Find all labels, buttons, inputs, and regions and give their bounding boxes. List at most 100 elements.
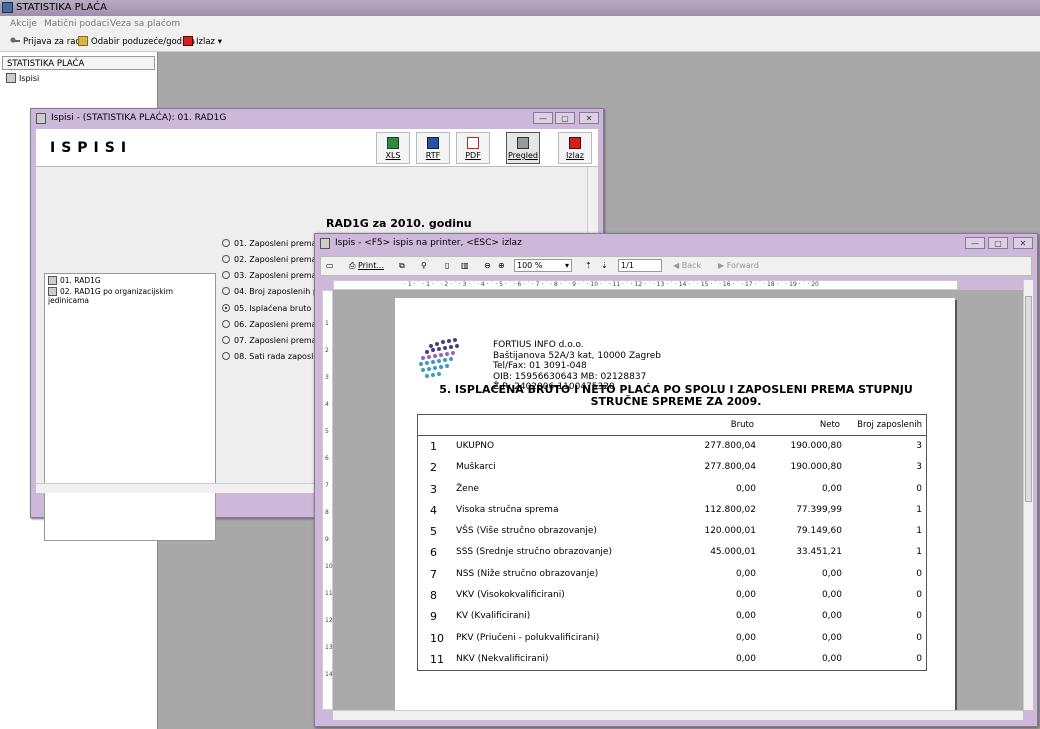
row-bruto: 0,00 [735, 632, 756, 643]
report-list-item[interactable]: 02. RAD1G po organizacijskim jedinicama [48, 287, 215, 305]
ruler-tick: 6 [325, 455, 329, 462]
close-button[interactable]: ✕ [579, 112, 599, 124]
pregled-button[interactable]: Pregled [506, 132, 540, 164]
pdf-button[interactable]: PDF [456, 132, 490, 164]
izlaz-button[interactable]: Izlaz ▾ [183, 36, 222, 47]
row-broj: 0 [916, 590, 922, 601]
ruler-tick: 1 [325, 320, 329, 327]
preview-icon [517, 137, 529, 149]
table-body: 1 UKUPNO 277.800,04 190.000,80 3 2 Muškarci 277… [418, 436, 926, 670]
radio-circle[interactable] [222, 255, 230, 263]
option-radio[interactable]: 06. Zaposleni prema s [222, 320, 323, 329]
row-bruto: 112.800,02 [704, 504, 756, 515]
exit-icon [569, 137, 581, 149]
page-setup-icon[interactable]: ▭ [326, 261, 334, 270]
ispisi-window-titlebar: Ispisi - (STATISTIKA PLAĆA): 01. RAD1G —… [31, 109, 603, 129]
option-radio[interactable]: 04. Broj zaposlenih pr [222, 287, 321, 296]
maximize-button[interactable]: ▢ [555, 112, 575, 124]
ruler-tick: 12 [325, 617, 333, 624]
rtf-button[interactable]: RTF [416, 132, 450, 164]
report-heading-line2: STRUČNE SPREME ZA 2009. [590, 395, 762, 408]
row-broj: 0 [916, 611, 922, 622]
option-radio[interactable]: 01. Zaposleni prema p [222, 239, 324, 248]
menu-veza-sa-placom[interactable]: Veza sa plaćom [110, 19, 180, 29]
last-page-icon[interactable]: ⇣ [601, 261, 608, 270]
left-panel-item-label: Ispisi [19, 74, 40, 83]
radio-circle[interactable] [222, 239, 230, 247]
close-button[interactable]: ✕ [1013, 237, 1033, 249]
option-radio[interactable]: 07. Zaposleni prema s [222, 336, 323, 345]
prijava-button[interactable]: Prijava za rad [10, 36, 81, 47]
row-broj: 3 [916, 441, 922, 451]
row-broj: 1 [916, 526, 922, 537]
zoom-out-icon[interactable]: ⊖ [484, 261, 491, 270]
scrollbar-thumb[interactable] [1025, 296, 1032, 502]
radio-circle[interactable] [222, 271, 230, 279]
print-preview-window: Ispis - <F5> ispis na printer, <ESC> izl… [314, 233, 1038, 727]
back-button[interactable]: ◀ Back [673, 261, 701, 270]
menu-maticni-podaci[interactable]: Matični podaci [44, 19, 109, 29]
ruler-tick: 13 [325, 644, 333, 651]
radio-circle[interactable] [222, 304, 230, 312]
find-icon[interactable]: ⚲ [421, 261, 427, 270]
odabir-button[interactable]: Odabir poduzeće/godina [78, 36, 195, 47]
row-bruto: 0,00 [735, 483, 756, 494]
company-oib: OIB: 15956630643 MB: 02128837 [493, 371, 647, 382]
forward-button[interactable]: ▶ Forward [718, 261, 759, 270]
exit-icon [183, 36, 193, 46]
row-neto: 0,00 [821, 653, 842, 664]
toolbar: Prijava za rad Odabir poduzeće/godina Iz… [0, 33, 1040, 52]
xls-button[interactable]: XLS [376, 132, 410, 164]
row-description: Muškarci [456, 462, 496, 473]
maximize-button[interactable]: ▢ [988, 237, 1008, 249]
company-logo [417, 332, 491, 386]
row-neto: 0,00 [821, 590, 842, 601]
minimize-button[interactable]: — [533, 112, 553, 124]
first-page-icon[interactable]: ⇡ [585, 261, 592, 270]
single-page-icon[interactable]: ▯ [445, 261, 449, 270]
ruler-tick: 7 [325, 482, 329, 489]
option-radio[interactable]: 08. Sati rada zaposlen [222, 352, 323, 361]
print-window-title: Ispis - <F5> ispis na printer, <ESC> izl… [335, 238, 522, 248]
preview-canvas[interactable]: FORTIUS INFO d.o.o. Baštijanova 52A/3 ka… [333, 290, 1023, 710]
menu-akcije[interactable]: Akcije [10, 19, 37, 29]
row-broj: 0 [916, 568, 922, 579]
prijava-label: Prijava za rad [23, 37, 81, 47]
report-list-item[interactable]: 01. RAD1G [48, 276, 101, 285]
row-description: VŠS (Više stručno obrazovanje) [456, 526, 597, 537]
printer-icon [320, 238, 330, 249]
radio-circle[interactable] [222, 352, 230, 360]
radio-circle[interactable] [222, 336, 230, 344]
izlaz-window-button[interactable]: Izlaz [558, 132, 592, 164]
zoom-select[interactable]: 100 % ▾ [514, 259, 572, 272]
horizontal-scrollbar[interactable] [333, 710, 1023, 720]
option-label: 07. Zaposleni prema s [234, 336, 324, 345]
report-list[interactable]: 01. RAD1G 02. RAD1G po organizacijskim j… [44, 273, 216, 541]
row-number: 4 [430, 503, 437, 517]
multi-page-icon[interactable]: ▥ [461, 261, 469, 270]
radio-circle[interactable] [222, 320, 230, 328]
option-radio[interactable]: 03. Zaposleni prema v [222, 271, 324, 280]
app-title-bar: STATISTIKA PLAĆA [0, 0, 1040, 16]
row-description: Visoka stručna sprema [456, 504, 559, 515]
ruler-tick: 4 [325, 401, 329, 408]
left-panel-item-ispisi[interactable]: Ispisi [6, 73, 39, 83]
ruler-tick: 10 [325, 563, 333, 570]
printer-icon [48, 276, 57, 285]
ruler-tick: 14 [325, 671, 333, 678]
company-name: FORTIUS INFO d.o.o. [493, 340, 584, 350]
option-radio-selected[interactable]: 05. Isplaćena bruto i n [222, 304, 324, 313]
zoom-in-icon[interactable]: ⊕ [498, 261, 505, 270]
horizontal-scrollbar[interactable] [36, 483, 316, 493]
row-neto: 0,00 [821, 611, 842, 622]
copy-icon[interactable]: ⧉ [399, 261, 405, 271]
option-radio[interactable]: 02. Zaposleni prema v [222, 255, 324, 264]
radio-circle[interactable] [222, 287, 230, 295]
row-neto: 0,00 [821, 632, 842, 643]
print-button[interactable]: ⎙ Print... [349, 261, 384, 271]
row-description: SSS (Srednje stručno obrazovanje) [456, 547, 612, 558]
row-number: 8 [430, 589, 437, 603]
minimize-button[interactable]: — [965, 237, 985, 249]
page-number-field[interactable]: 1/1 [618, 259, 662, 272]
table-row: 1 UKUPNO 277.800,04 190.000,80 3 [418, 436, 926, 457]
